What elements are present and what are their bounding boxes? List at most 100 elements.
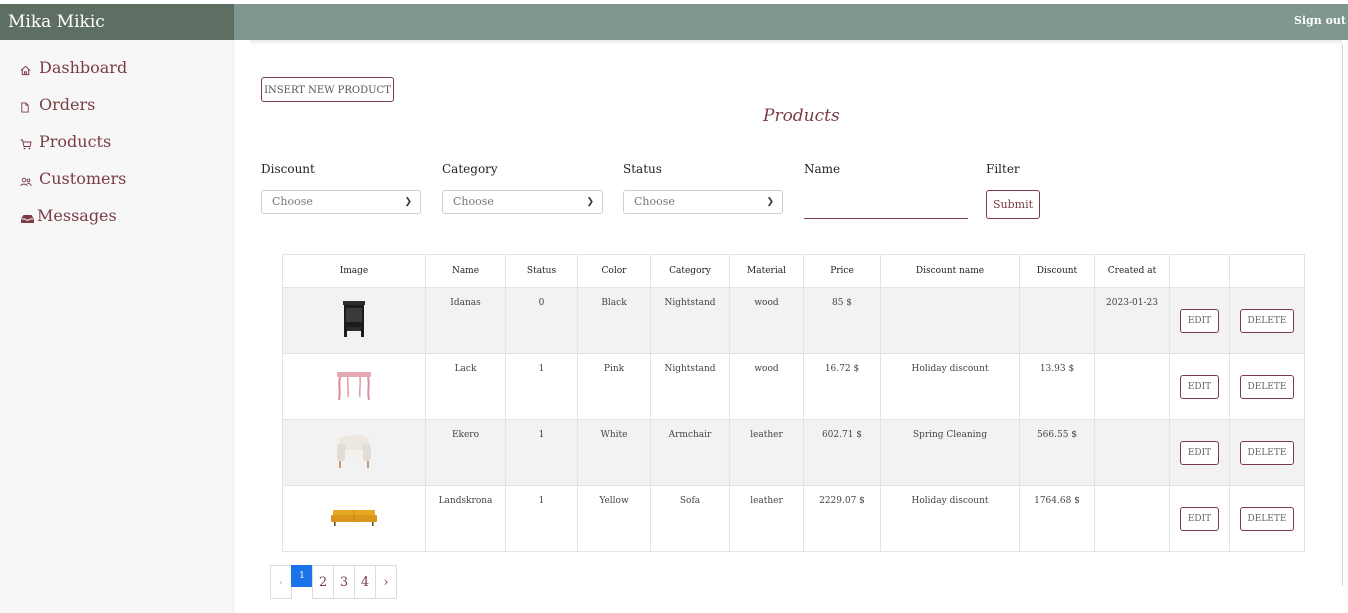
column-header: Created at	[1094, 254, 1170, 288]
black-nightstand-image	[343, 301, 365, 337]
product-category: Nightstand	[650, 287, 730, 354]
delete-button[interactable]: DELETE	[1239, 308, 1295, 333]
header-shadow	[250, 40, 1342, 45]
pagination: ‹ 1 2 3 4 ›	[270, 565, 397, 599]
product-category: Sofa	[650, 485, 730, 552]
product-material: wood	[729, 287, 804, 354]
sidebar-item-messages[interactable]: Messages	[0, 197, 233, 234]
status-select-value: Choose	[634, 195, 675, 208]
category-filter-label: Category	[442, 162, 498, 176]
product-created-at	[1094, 419, 1170, 486]
table-row: Lack 1 Pink Nightstand wood 16.72 $ Holi…	[282, 353, 1305, 420]
delete-button[interactable]: DELETE	[1239, 506, 1295, 531]
product-category: Armchair	[650, 419, 730, 486]
product-status: 1	[505, 419, 578, 486]
page-button-1[interactable]: 1	[291, 565, 313, 587]
column-header	[1229, 254, 1305, 288]
filter-label: Filter	[986, 162, 1020, 176]
pink-table-image	[337, 372, 371, 401]
product-discount-name: Holiday discount	[880, 485, 1020, 552]
chevron-down-icon: ❯	[586, 197, 594, 207]
column-header: Name	[425, 254, 506, 288]
product-image-cell	[282, 485, 426, 552]
previous-page-button[interactable]: ‹	[270, 565, 292, 599]
product-name: Idanas	[425, 287, 506, 354]
cart-icon	[20, 139, 34, 150]
edit-button[interactable]: EDIT	[1179, 440, 1220, 465]
page-button-3[interactable]: 3	[333, 565, 355, 599]
product-material: wood	[729, 353, 804, 420]
page-button-4[interactable]: 4	[354, 565, 376, 599]
edit-button[interactable]: EDIT	[1179, 374, 1220, 399]
delete-button[interactable]: DELETE	[1239, 374, 1295, 399]
product-color: Pink	[577, 353, 651, 420]
user-name: Mika Mikic	[0, 4, 234, 40]
white-armchair-image	[337, 435, 371, 468]
discount-select[interactable]: Choose ❯	[261, 190, 421, 214]
discount-select-value: Choose	[272, 195, 313, 208]
product-created-at: 2023-01-23	[1094, 287, 1170, 354]
product-price: 85 $	[803, 287, 881, 354]
column-header: Price	[803, 254, 881, 288]
column-header: Image	[282, 254, 426, 288]
sidebar-item-products[interactable]: Products	[0, 123, 233, 160]
product-discount-name: Holiday discount	[880, 353, 1020, 420]
product-name: Ekero	[425, 419, 506, 486]
column-header: Discount name	[880, 254, 1020, 288]
column-header: Color	[577, 254, 651, 288]
sidebar-item-label: Products	[39, 132, 112, 151]
delete-cell: DELETE	[1229, 287, 1305, 354]
home-icon	[20, 65, 34, 76]
product-status: 1	[505, 353, 578, 420]
sign-out-link[interactable]: Sign out	[1294, 14, 1346, 27]
table-row: Idanas 0 Black Nightstand wood 85 $ 2023…	[282, 287, 1305, 354]
sidebar-item-orders[interactable]: Orders	[0, 86, 233, 123]
product-price: 16.72 $	[803, 353, 881, 420]
delete-cell: DELETE	[1229, 485, 1305, 552]
product-discount: 566.55 $	[1019, 419, 1095, 486]
delete-cell: DELETE	[1229, 353, 1305, 420]
sidebar-item-label: Messages	[37, 206, 117, 225]
column-header: Material	[729, 254, 804, 288]
top-navbar: Mika Mikic Sign out	[0, 4, 1348, 40]
sidebar: Dashboard Orders Products Customers Mess…	[0, 40, 234, 613]
name-filter-input[interactable]	[804, 190, 968, 219]
product-color: Black	[577, 287, 651, 354]
status-filter-label: Status	[623, 162, 662, 176]
column-header: Status	[505, 254, 578, 288]
submit-filter-button[interactable]: Submit	[986, 190, 1040, 219]
sidebar-item-label: Orders	[39, 95, 96, 114]
discount-filter-label: Discount	[261, 162, 315, 176]
edit-button[interactable]: EDIT	[1179, 308, 1220, 333]
sidebar-item-customers[interactable]: Customers	[0, 160, 233, 197]
table-row: Landskrona 1 Yellow Sofa leather 2229.07…	[282, 485, 1305, 552]
next-page-button[interactable]: ›	[375, 565, 397, 599]
edit-cell: EDIT	[1169, 485, 1230, 552]
category-select[interactable]: Choose ❯	[442, 190, 603, 214]
inbox-icon	[20, 214, 36, 224]
product-image-cell	[282, 419, 426, 486]
delete-button[interactable]: DELETE	[1239, 440, 1295, 465]
page-title: Products	[763, 106, 840, 126]
sidebar-item-label: Customers	[39, 169, 127, 188]
page-button-2[interactable]: 2	[312, 565, 334, 599]
name-filter-label: Name	[804, 162, 841, 176]
chevron-down-icon: ❯	[404, 197, 412, 207]
edit-cell: EDIT	[1169, 287, 1230, 354]
product-material: leather	[729, 485, 804, 552]
product-image-cell	[282, 353, 426, 420]
product-created-at	[1094, 353, 1170, 420]
sidebar-item-dashboard[interactable]: Dashboard	[0, 49, 233, 86]
product-price: 2229.07 $	[803, 485, 881, 552]
products-table: Image Name Status Color Category Materia…	[282, 254, 1305, 552]
product-discount: 13.93 $	[1019, 353, 1095, 420]
product-name: Landskrona	[425, 485, 506, 552]
product-discount-name	[880, 287, 1020, 354]
insert-new-product-button[interactable]: INSERT NEW PRODUCT	[261, 77, 394, 102]
edit-button[interactable]: EDIT	[1179, 506, 1220, 531]
product-discount	[1019, 287, 1095, 354]
product-color: White	[577, 419, 651, 486]
table-row: Ekero 1 White Armchair leather 602.71 $ …	[282, 419, 1305, 486]
status-select[interactable]: Choose ❯	[623, 190, 783, 214]
product-category: Nightstand	[650, 353, 730, 420]
